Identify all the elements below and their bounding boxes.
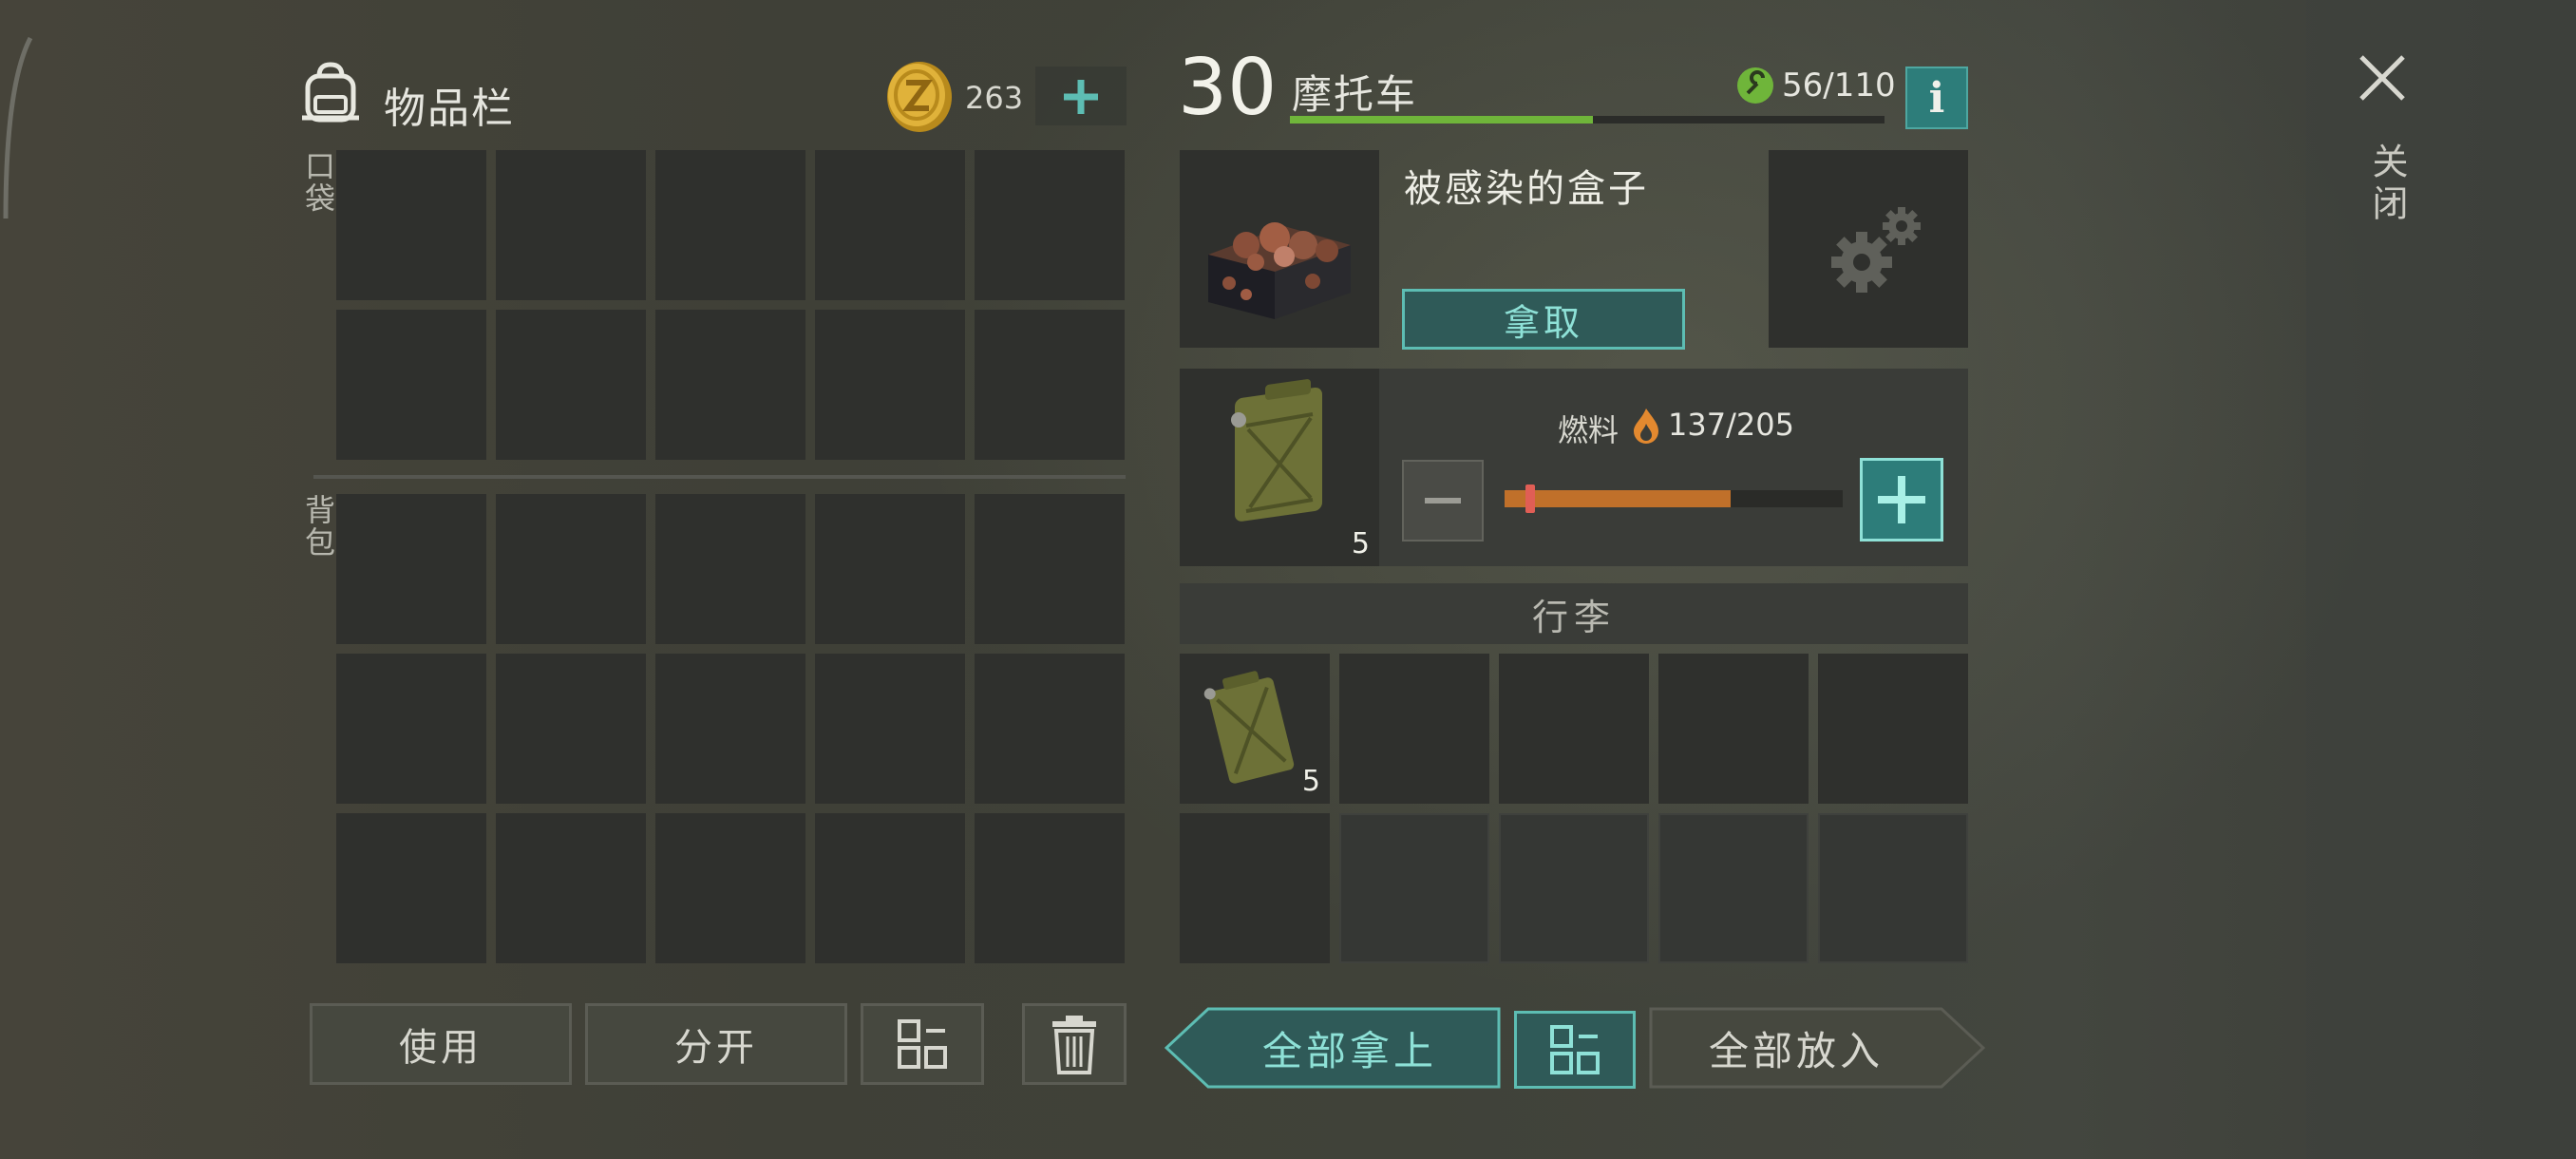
- section-divider: [313, 475, 1126, 479]
- fuel-slider[interactable]: [1505, 484, 1843, 513]
- luggage-slot[interactable]: [1499, 654, 1649, 804]
- grid-sort-icon: [1550, 1025, 1600, 1074]
- use-button[interactable]: 使用: [310, 1003, 572, 1085]
- durability-bar: [1290, 116, 1885, 124]
- coin-icon: [887, 62, 952, 132]
- grid-sort-icon: [898, 1019, 947, 1069]
- flame-icon: [1634, 408, 1658, 444]
- backpack-slot[interactable]: [815, 654, 965, 804]
- plus-icon: [1878, 476, 1925, 523]
- fuel-slider-handle[interactable]: [1525, 484, 1535, 513]
- inventory-title: 物品栏: [384, 85, 515, 133]
- take-button[interactable]: 拿取: [1402, 289, 1685, 350]
- split-button[interactable]: 分开: [585, 1003, 847, 1085]
- fuel-item-count: 5: [1351, 527, 1370, 560]
- jerry-can-icon: [1231, 379, 1322, 522]
- vehicle-level: 30: [1178, 43, 1278, 133]
- trash-icon: [1052, 1016, 1096, 1074]
- backpack-slot[interactable]: [815, 813, 965, 963]
- luggage-slot-locked: [1818, 813, 1968, 963]
- fuel-label: 燃料: [1558, 412, 1619, 448]
- wrench-icon: [1737, 67, 1773, 104]
- close-button[interactable]: [2352, 48, 2413, 108]
- container-image-slot: [1180, 150, 1379, 348]
- pocket-slot[interactable]: [975, 150, 1125, 300]
- pocket-label: 口袋: [300, 150, 336, 215]
- luggage-slot[interactable]: [1818, 654, 1968, 804]
- add-coins-button[interactable]: [1035, 66, 1127, 125]
- luggage-slot-locked: [1499, 813, 1649, 963]
- backpack-icon: [302, 62, 359, 123]
- backpack-slot[interactable]: [336, 813, 486, 963]
- vehicle-sort-button[interactable]: [1514, 1011, 1636, 1089]
- take-all-button[interactable]: 全部拿上: [1165, 1007, 1501, 1089]
- backpack-slot[interactable]: [496, 813, 646, 963]
- backpack-slot[interactable]: [975, 654, 1125, 804]
- luggage-header: 行李: [1180, 583, 1968, 644]
- backpack-slot[interactable]: [815, 494, 965, 644]
- pocket-slot[interactable]: [975, 310, 1125, 460]
- backpack-slot[interactable]: [336, 494, 486, 644]
- plus-icon: [1064, 80, 1098, 114]
- put-all-label: 全部放入: [1708, 1027, 1884, 1074]
- luggage-slot-locked: [1658, 813, 1809, 963]
- fuel-slider-fill: [1505, 490, 1731, 507]
- minus-icon: [1425, 498, 1461, 504]
- luggage-slot[interactable]: [1180, 813, 1330, 963]
- pocket-slot[interactable]: [496, 310, 646, 460]
- coin-count: 263: [965, 80, 1024, 116]
- close-sidebar: [2306, 0, 2576, 1159]
- backpack-slot[interactable]: [336, 654, 486, 804]
- fuel-increase-button[interactable]: [1860, 458, 1943, 542]
- pocket-slot[interactable]: [655, 310, 805, 460]
- luggage-slot[interactable]: [1339, 654, 1489, 804]
- backpack-slot[interactable]: [496, 494, 646, 644]
- durability-value: 56/110: [1782, 66, 1896, 104]
- close-icon: [2359, 55, 2405, 101]
- pocket-slot[interactable]: [655, 150, 805, 300]
- trash-button[interactable]: [1022, 1003, 1127, 1085]
- pocket-slot[interactable]: [336, 310, 486, 460]
- backpack-slot[interactable]: [655, 494, 805, 644]
- luggage-item-count: 5: [1301, 765, 1320, 798]
- backpack-slot[interactable]: [655, 654, 805, 804]
- info-button[interactable]: i: [1905, 66, 1968, 129]
- backpack-label: 背包: [300, 494, 336, 559]
- backpack-slot[interactable]: [975, 494, 1125, 644]
- put-all-button[interactable]: 全部放入: [1649, 1007, 1985, 1089]
- sort-button[interactable]: [861, 1003, 984, 1085]
- gears-icon: [1831, 207, 1921, 293]
- backpack-slot[interactable]: [655, 813, 805, 963]
- luggage-slot[interactable]: [1658, 654, 1809, 804]
- backpack-slot[interactable]: [975, 813, 1125, 963]
- fuel-value: 137/205: [1668, 407, 1794, 443]
- settings-slot[interactable]: [1769, 150, 1968, 348]
- durability-bar-fill: [1290, 116, 1594, 124]
- luggage-slot[interactable]: 5: [1180, 654, 1330, 804]
- pocket-slot[interactable]: [815, 150, 965, 300]
- fuel-item-slot[interactable]: 5: [1180, 369, 1379, 566]
- infected-box-icon: [1208, 222, 1351, 319]
- container-name: 被感染的盒子: [1404, 167, 1649, 211]
- fuel-decrease-button[interactable]: [1402, 460, 1484, 542]
- screen-edge-arc: [3, 36, 33, 219]
- close-label[interactable]: 关闭: [2361, 142, 2414, 226]
- take-all-label: 全部拿上: [1261, 1027, 1437, 1074]
- backpack-slot[interactable]: [496, 654, 646, 804]
- luggage-slot-locked: [1339, 813, 1489, 963]
- pocket-slot[interactable]: [496, 150, 646, 300]
- pocket-slot[interactable]: [336, 150, 486, 300]
- vehicle-name: 摩托车: [1292, 71, 1418, 118]
- pocket-slot[interactable]: [815, 310, 965, 460]
